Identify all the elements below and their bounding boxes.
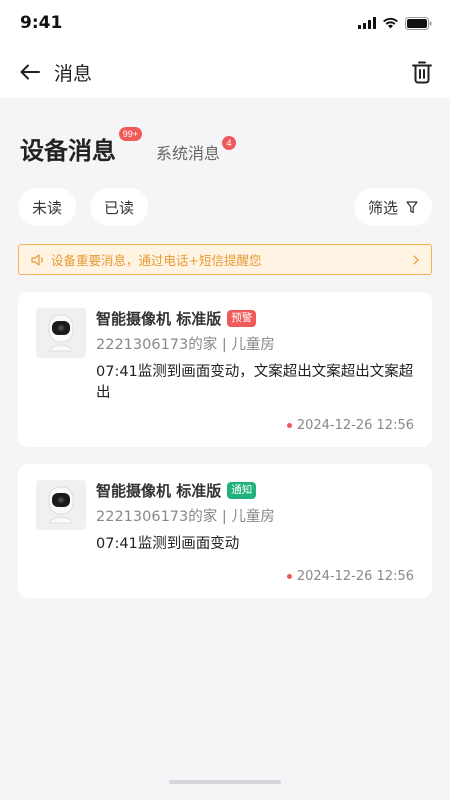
status-bar: 9:41	[0, 0, 450, 46]
tab-system-label: 系统消息	[156, 144, 221, 163]
status-time: 9:41	[20, 13, 63, 33]
back-arrow-icon[interactable]	[20, 64, 40, 80]
message-tabs: 设备消息 99+ 系统消息 4	[0, 127, 450, 166]
important-notice-banner[interactable]: 设备重要消息，通过电话+短信提醒您	[18, 244, 432, 275]
wifi-icon	[383, 17, 398, 29]
filter-label: 筛选	[367, 198, 398, 217]
nav-left: 消息	[20, 59, 92, 86]
battery-icon	[405, 16, 432, 30]
camera-device-icon	[48, 314, 74, 352]
warning-tag: 预警	[227, 310, 257, 327]
device-name: 智能摄像机 标准版	[96, 310, 222, 328]
unread-dot	[286, 423, 292, 428]
camera-device-icon	[48, 486, 74, 524]
message-card[interactable]: 智能摄像机 标准版 预警 2221306173的家 | 儿童房 07:41监测到…	[18, 292, 432, 447]
filter-row: 未读 已读 筛选	[0, 188, 450, 226]
unread-filter-button[interactable]: 未读	[18, 188, 77, 226]
funnel-icon	[406, 200, 418, 213]
unread-dot	[286, 574, 292, 579]
chevron-right-icon	[413, 254, 419, 265]
page-title: 消息	[54, 62, 93, 85]
device-location: 2221306173的家 | 儿童房	[96, 509, 275, 525]
status-icons	[358, 16, 432, 30]
message-time: 2024-12-26 12:56	[296, 569, 414, 584]
system-unread-badge: 4	[222, 136, 237, 150]
tab-device-messages[interactable]: 设备消息 99+	[20, 127, 142, 166]
speaker-icon	[31, 253, 43, 266]
message-content: 07:41监测到画面变动，文案超出文案超出文案超出	[96, 364, 414, 401]
home-indicator[interactable]	[169, 780, 281, 784]
device-location: 2221306173的家 | 儿童房	[96, 337, 275, 353]
read-filter-button[interactable]: 已读	[90, 188, 149, 226]
filter-button[interactable]: 筛选	[353, 188, 432, 226]
trash-icon[interactable]	[412, 60, 432, 84]
camera-thumbnail	[36, 308, 86, 358]
notice-text: 设备重要消息，通过电话+短信提醒您	[51, 253, 262, 268]
signal-icon	[358, 17, 376, 29]
camera-thumbnail	[36, 480, 86, 530]
message-content: 07:41监测到画面变动	[96, 536, 240, 552]
device-unread-badge: 99+	[118, 127, 142, 141]
device-name: 智能摄像机 标准版	[96, 482, 222, 500]
nav-bar: 消息	[0, 46, 450, 98]
tab-system-messages[interactable]: 系统消息 4	[156, 136, 237, 166]
tab-device-label: 设备消息	[20, 137, 116, 165]
message-time: 2024-12-26 12:56	[296, 418, 414, 433]
message-card[interactable]: 智能摄像机 标准版 通知 2221306173的家 | 儿童房 07:41监测到…	[18, 464, 432, 598]
notification-tag: 通知	[227, 482, 257, 499]
